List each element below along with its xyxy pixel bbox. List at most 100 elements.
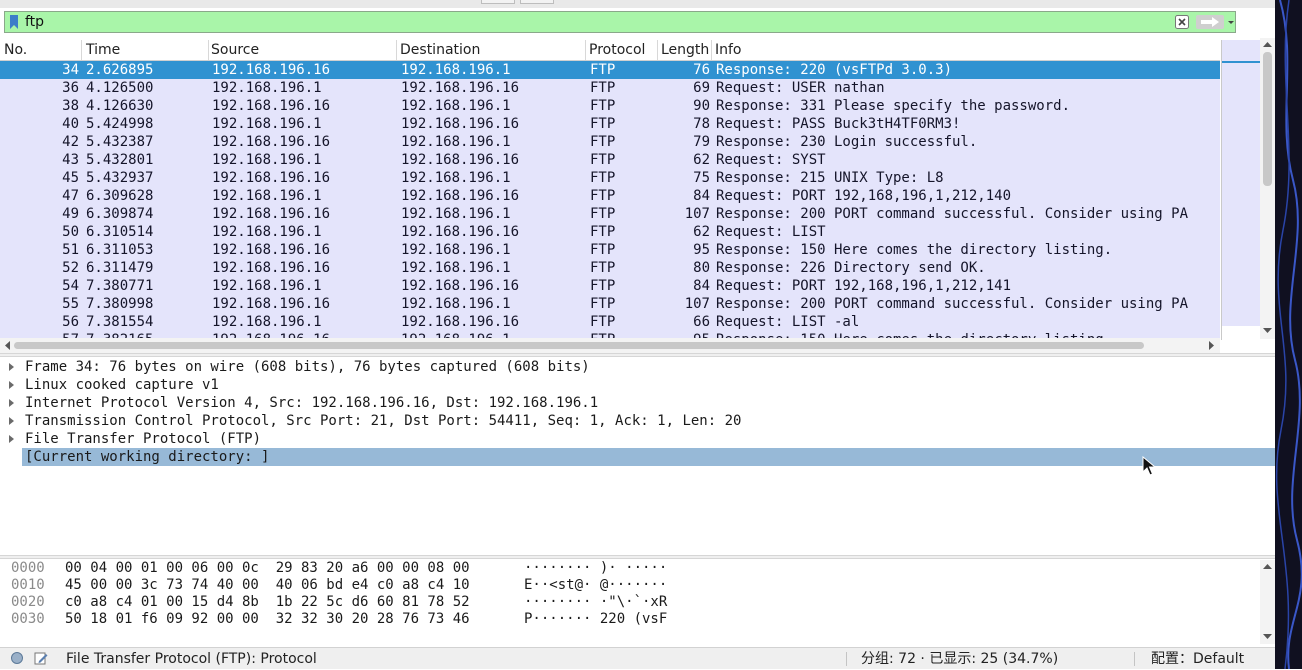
packet-row[interactable]: 34 2.626895 192.168.196.16 192.168.196.1 FTP…: [0, 61, 1220, 79]
packet-info: Request: SYST: [716, 152, 826, 168]
packet-source: 192.168.196.16: [212, 134, 331, 150]
status-separator: [1134, 652, 1135, 666]
packet-row[interactable]: 50 6.310514 192.168.196.1 192.168.196.16 FTP…: [0, 223, 1220, 241]
packet-list-minimap[interactable]: [1221, 40, 1260, 340]
column-header-protocol[interactable]: Protocol: [585, 40, 658, 60]
bookmark-icon[interactable]: [9, 15, 19, 29]
packet-time: 6.311053: [86, 242, 154, 258]
pane-splitter[interactable]: [0, 353, 1275, 357]
scroll-left-icon[interactable]: [4, 341, 10, 350]
packet-destination: 192.168.196.16: [401, 278, 520, 294]
packet-row[interactable]: 43 5.432801 192.168.196.1 192.168.196.16 FTP…: [0, 151, 1220, 169]
display-filter-input[interactable]: [25, 12, 1165, 32]
packet-length: 107: [684, 296, 710, 312]
detail-tree-item[interactable]: Internet Protocol Version 4, Src: 192.16…: [0, 394, 1275, 412]
packet-no: 56: [62, 314, 79, 330]
clear-filter-icon[interactable]: [1175, 15, 1189, 29]
packet-length: 107: [684, 206, 710, 222]
packet-source: 192.168.196.1: [212, 188, 322, 204]
packet-length: 84: [693, 188, 710, 204]
scroll-down-icon[interactable]: [1263, 634, 1272, 640]
packet-time: 5.424998: [86, 116, 154, 132]
bytes-vertical-scrollbar[interactable]: [1260, 560, 1275, 644]
toolbar-button-stub[interactable]: [520, 0, 554, 4]
packet-row[interactable]: 55 7.380998 192.168.196.16 192.168.196.1 FTP…: [0, 295, 1220, 313]
packet-row[interactable]: 51 6.311053 192.168.196.16 192.168.196.1 FTP…: [0, 241, 1220, 259]
pane-splitter[interactable]: [0, 555, 1275, 559]
expand-arrow-icon[interactable]: [9, 363, 14, 371]
expert-info-icon[interactable]: [11, 652, 23, 664]
apply-filter-button[interactable]: [1196, 15, 1224, 29]
packet-destination: 192.168.196.1: [401, 296, 511, 312]
column-header-no[interactable]: No.: [0, 40, 82, 60]
scrollbar-thumb[interactable]: [1263, 52, 1272, 186]
packet-details-pane: Frame 34: 76 bytes on wire (608 bits), 7…: [0, 358, 1275, 554]
packet-row[interactable]: 38 4.126630 192.168.196.16 192.168.196.1 FTP…: [0, 97, 1220, 115]
scrollbar-thumb[interactable]: [14, 342, 1144, 349]
detail-tree-item[interactable]: Linux cooked capture v1: [0, 376, 1275, 394]
packet-time: 7.381554: [86, 314, 154, 330]
packet-row[interactable]: 47 6.309628 192.168.196.1 192.168.196.16 FTP…: [0, 187, 1220, 205]
packet-destination: 192.168.196.16: [401, 314, 520, 330]
packet-protocol: FTP: [590, 134, 616, 150]
packet-destination: 192.168.196.1: [401, 170, 511, 186]
packet-list-vertical-scrollbar[interactable]: [1260, 38, 1275, 339]
bytes-ascii: ········ )· ·····: [524, 560, 668, 576]
packet-no: 42: [62, 134, 79, 150]
column-header-info[interactable]: Info: [711, 40, 1220, 60]
bytes-hex: 00 04 00 01 00 06 00 0c 29 83 20 a6 00 0…: [65, 560, 470, 576]
packet-time: 5.432801: [86, 152, 154, 168]
toolbar-strip: [0, 0, 1275, 8]
expand-arrow-icon[interactable]: [9, 417, 14, 425]
column-header-destination[interactable]: Destination: [396, 40, 586, 60]
column-header-source[interactable]: Source: [207, 40, 397, 60]
minimap-selection-marker: [1222, 61, 1260, 63]
packet-time: 5.432937: [86, 170, 154, 186]
scroll-up-icon[interactable]: [1263, 41, 1272, 47]
detail-tree-item[interactable]: Frame 34: 76 bytes on wire (608 bits), 7…: [0, 358, 1275, 376]
expand-arrow-icon[interactable]: [9, 381, 14, 389]
packet-row[interactable]: 45 5.432937 192.168.196.16 192.168.196.1 FTP…: [0, 169, 1220, 187]
packet-no: 50: [62, 224, 79, 240]
status-profile[interactable]: 配置：Default: [1151, 648, 1244, 670]
packet-info: Response: 220 (vsFTPd 3.0.3): [716, 62, 953, 78]
detail-tree-item[interactable]: Transmission Control Protocol, Src Port:…: [0, 412, 1275, 430]
capture-comment-icon[interactable]: [34, 651, 48, 665]
column-header-length[interactable]: Length: [657, 40, 712, 60]
packet-time: 7.380998: [86, 296, 154, 312]
packet-time: 6.310514: [86, 224, 154, 240]
packet-length: 78: [693, 116, 710, 132]
packet-source: 192.168.196.1: [212, 80, 322, 96]
scroll-up-icon[interactable]: [1263, 563, 1272, 569]
expand-arrow-icon[interactable]: [9, 435, 14, 443]
chevron-down-icon[interactable]: [1227, 16, 1235, 28]
column-header-time[interactable]: Time: [82, 40, 209, 60]
bytes-offset: 0010: [11, 577, 45, 593]
expand-arrow-icon[interactable]: [9, 399, 14, 407]
detail-tree-item[interactable]: File Transfer Protocol (FTP): [0, 430, 1275, 448]
packet-row[interactable]: 54 7.380771 192.168.196.1 192.168.196.16 FTP…: [0, 277, 1220, 295]
packet-source: 192.168.196.16: [212, 296, 331, 312]
packet-row[interactable]: 42 5.432387 192.168.196.16 192.168.196.1 FTP…: [0, 133, 1220, 151]
packet-no: 45: [62, 170, 79, 186]
packet-row[interactable]: 36 4.126500 192.168.196.1 192.168.196.16 FTP…: [0, 79, 1220, 97]
packet-list-horizontal-scrollbar[interactable]: [0, 338, 1220, 353]
toolbar-button-stub[interactable]: [481, 0, 515, 4]
packet-source: 192.168.196.16: [212, 62, 331, 78]
bytes-ascii: ········ ·"\·`·xR: [524, 594, 668, 610]
packet-protocol: FTP: [590, 80, 616, 96]
packet-row[interactable]: 52 6.311479 192.168.196.16 192.168.196.1 FTP…: [0, 259, 1220, 277]
scroll-down-icon[interactable]: [1263, 328, 1272, 334]
packet-destination: 192.168.196.1: [401, 98, 511, 114]
packet-destination: 192.168.196.1: [401, 206, 511, 222]
scroll-right-icon[interactable]: [1209, 341, 1215, 350]
packet-length: 80: [693, 260, 710, 276]
packet-protocol: FTP: [590, 242, 616, 258]
packet-destination: 192.168.196.1: [401, 242, 511, 258]
packet-length: 75: [693, 170, 710, 186]
detail-tree-item-selected[interactable]: [Current working directory: ]: [22, 448, 1275, 466]
packet-row[interactable]: 49 6.309874 192.168.196.16 192.168.196.1 FTP…: [0, 205, 1220, 223]
packet-row[interactable]: 56 7.381554 192.168.196.1 192.168.196.16 FTP…: [0, 313, 1220, 331]
packet-info: Request: PASS Buck3tH4TF0RM3!: [716, 116, 961, 132]
packet-row[interactable]: 40 5.424998 192.168.196.1 192.168.196.16 FTP…: [0, 115, 1220, 133]
